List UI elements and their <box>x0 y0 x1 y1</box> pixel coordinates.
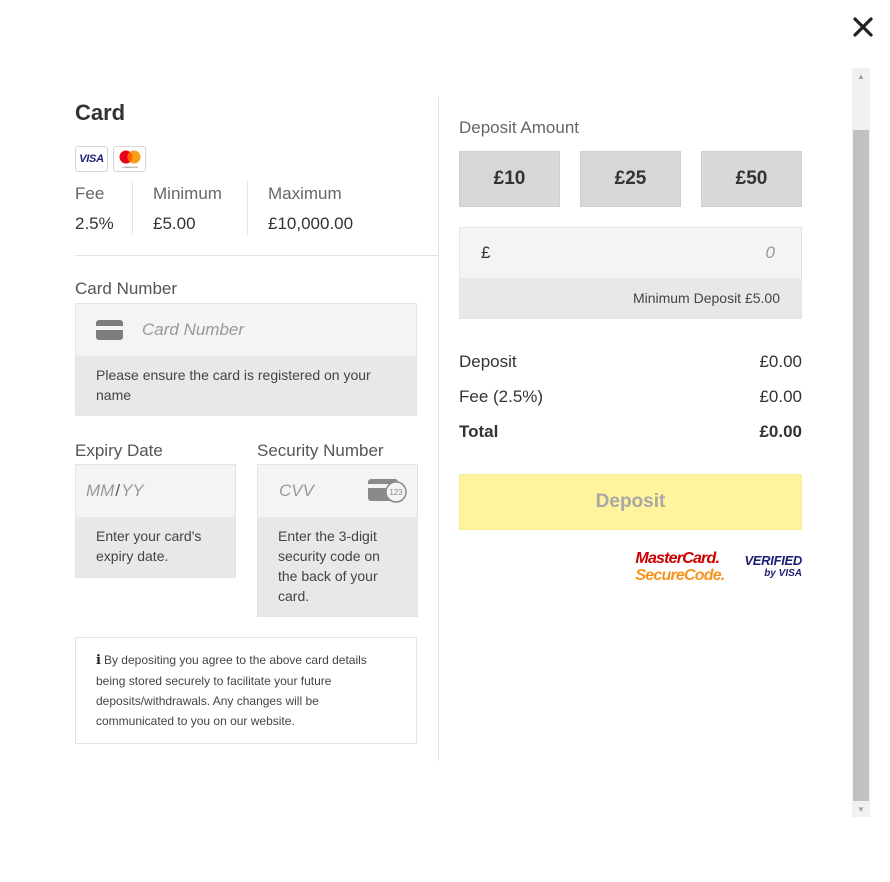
card-number-label: Card Number <box>75 279 178 298</box>
security-number-label: Security Number <box>257 441 384 460</box>
expiry-date-field[interactable]: MM / YY Enter your card's expiry date. <box>75 464 236 578</box>
summary-fee-label: Fee (2.5%) <box>459 387 544 406</box>
scrollbar-thumb[interactable] <box>853 130 869 801</box>
card-number-hint: Please ensure the card is registered on … <box>76 356 416 415</box>
currency-symbol: £ <box>481 243 491 262</box>
summary-fee-row: Fee (2.5%) £0.00 <box>459 387 802 422</box>
close-button[interactable] <box>852 16 874 38</box>
card-details-panel: Card VISA mastercard Fee 2.5% Minimum £5… <box>75 97 438 744</box>
storage-notice: i By depositing you agree to the above ca… <box>75 637 417 744</box>
summary-deposit-row: Deposit £0.00 <box>459 352 802 387</box>
amount-50-button[interactable]: £50 <box>701 151 802 207</box>
cvv-card-icon: 123 <box>368 479 407 503</box>
security-number-hint: Enter the 3-digit security code on the b… <box>258 517 417 616</box>
deposit-amount-field[interactable]: £ 0 Minimum Deposit £5.00 <box>459 227 802 319</box>
credit-card-icon <box>96 320 123 340</box>
expiry-separator: / <box>115 481 121 500</box>
amount-25-button[interactable]: £25 <box>580 151 681 207</box>
deposit-amount-value[interactable]: 0 <box>766 243 775 263</box>
page-title: Card <box>75 100 126 125</box>
section-divider <box>75 255 438 256</box>
summary-deposit-value: £0.00 <box>759 352 802 371</box>
verified-by-visa-logo: VERIFIED by VISA <box>744 553 802 579</box>
summary-total-label: Total <box>459 422 499 441</box>
close-icon <box>853 17 873 37</box>
amount-10-button[interactable]: £10 <box>459 151 560 207</box>
notice-text: By depositing you agree to the above car… <box>96 653 367 728</box>
card-number-field[interactable]: Card Number Please ensure the card is re… <box>75 303 417 416</box>
deposit-button[interactable]: Deposit <box>459 474 802 530</box>
summary-total-row: Total £0.00 <box>459 422 802 457</box>
scroll-up-arrow-icon[interactable]: ▲ <box>852 68 870 84</box>
fee-info: Fee 2.5% <box>75 181 132 235</box>
maximum-info: Maximum £10,000.00 <box>247 181 353 235</box>
cvv-input[interactable]: CVV 123 <box>258 465 417 517</box>
mastercard-securecode-logo: MasterCard. SecureCode. <box>635 550 725 584</box>
summary-total-value: £0.00 <box>759 422 802 441</box>
expiry-year-placeholder[interactable]: YY <box>121 481 144 501</box>
deposit-summary: Deposit £0.00 Fee (2.5%) £0.00 Total £0.… <box>459 352 802 457</box>
card-brand-logos: VISA mastercard <box>75 146 438 172</box>
fee-value: 2.5% <box>75 214 114 233</box>
expiry-date-input[interactable]: MM / YY <box>76 465 235 517</box>
svg-text:123: 123 <box>389 488 403 497</box>
expiry-date-label: Expiry Date <box>75 441 163 460</box>
security-badges: MasterCard. SecureCode. VERIFIED by VISA <box>459 550 802 584</box>
column-divider <box>438 97 439 761</box>
maximum-value: £10,000.00 <box>268 214 354 233</box>
expiry-date-hint: Enter your card's expiry date. <box>76 517 235 577</box>
card-number-input[interactable]: Card Number <box>76 304 416 356</box>
deposit-panel: Deposit Amount £10 £25 £50 £ 0 Minimum D… <box>459 97 802 584</box>
minimum-deposit-hint: Minimum Deposit £5.00 <box>460 278 801 318</box>
card-number-placeholder: Card Number <box>142 320 245 339</box>
deposit-amount-input[interactable]: £ 0 <box>460 228 801 278</box>
quick-amounts: £10 £25 £50 <box>459 151 802 207</box>
security-number-field[interactable]: CVV 123 Enter the 3-digit security code … <box>257 464 418 617</box>
svg-text:mastercard: mastercard <box>122 165 137 169</box>
scrollbar[interactable]: ▲ ▼ <box>852 68 870 817</box>
summary-fee-value: £0.00 <box>759 387 802 406</box>
mastercard-logo: mastercard <box>113 146 146 172</box>
limits-row: Fee 2.5% Minimum £5.00 Maximum £10,000.0… <box>75 181 438 235</box>
cvv-placeholder: CVV <box>279 481 314 500</box>
summary-deposit-label: Deposit <box>459 352 517 371</box>
minimum-label: Minimum <box>153 184 222 203</box>
scroll-down-arrow-icon[interactable]: ▼ <box>852 801 870 817</box>
fee-label: Fee <box>75 184 105 203</box>
expiry-security-row: Expiry Date MM / YY Enter your card's ex… <box>75 441 438 617</box>
info-icon: i <box>96 653 101 668</box>
minimum-info: Minimum £5.00 <box>132 181 247 235</box>
minimum-value: £5.00 <box>153 214 196 233</box>
expiry-month-placeholder[interactable]: MM <box>86 481 114 501</box>
visa-logo: VISA <box>75 146 108 172</box>
mastercard-icon: mastercard <box>119 150 140 169</box>
maximum-label: Maximum <box>268 184 342 203</box>
deposit-amount-label: Deposit Amount <box>459 118 580 137</box>
